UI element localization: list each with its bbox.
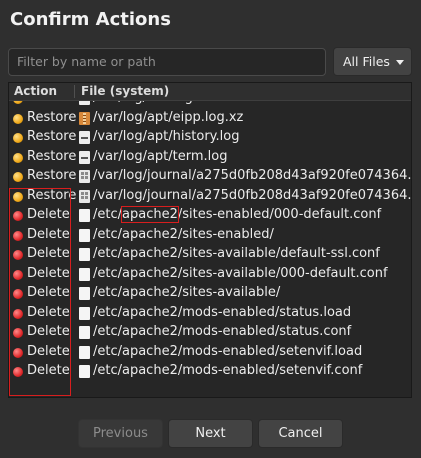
file-icon [79, 365, 90, 378]
row-file-path: /etc/apache2/mods-enabled/status.conf [93, 324, 352, 339]
log-file-icon [79, 150, 90, 164]
delete-status-icon [13, 308, 23, 319]
row-action-label: Restore [27, 148, 77, 164]
next-button[interactable]: Next [168, 419, 253, 448]
delete-status-icon [13, 269, 23, 280]
table-row[interactable]: Delete/etc/apache2/mods-enabled/setenvif… [9, 362, 411, 382]
row-file-path: /etc/apache2/sites-available/ [93, 285, 281, 300]
row-file-path: /etc/apache2/mods-enabled/status.load [93, 304, 352, 320]
row-action-label: Restore [27, 109, 77, 125]
row-file-path: /etc/apache2/mods-enabled/setenvif.load [93, 343, 363, 359]
row-file-path: /var/log/journal/a275d0fb208d43af920fe07… [93, 187, 412, 203]
scrollbar[interactable] [407, 101, 410, 393]
column-header-action[interactable]: Action [14, 84, 57, 98]
row-action-label: Delete [27, 226, 70, 242]
row-file-path: /etc/apache2/sites-available/000-default… [93, 265, 388, 281]
binary-file-icon [79, 170, 90, 183]
row-file-path: /etc/apache2/sites-enabled/000-default.c… [93, 206, 382, 223]
chevron-down-icon [396, 60, 404, 65]
table-row[interactable]: Restore/var/log/apt/eipp.log.xz [9, 109, 411, 129]
path-suffix: /sites-enabled/000-default.conf [177, 207, 382, 222]
row-action-label: Restore [27, 129, 77, 144]
binary-file-icon [79, 189, 90, 203]
row-action-label: Delete [27, 324, 70, 339]
file-icon [79, 248, 90, 261]
table-row[interactable]: Delete/etc/apache2/mods-enabled/setenvif… [9, 343, 411, 363]
scope-dropdown-value: All Files [343, 54, 390, 69]
row-action-label: Delete [27, 363, 70, 378]
previous-button[interactable]: Previous [78, 419, 163, 448]
file-icon [79, 287, 90, 300]
column-separator [74, 85, 75, 98]
restore-status-icon [13, 152, 23, 163]
restore-status-icon [13, 133, 23, 143]
column-header-file[interactable]: File (system) [81, 84, 169, 98]
filter-input[interactable]: Filter by name or path [8, 48, 326, 76]
file-icon [79, 306, 90, 320]
row-file-path: /var/log/apt/term.log [93, 148, 228, 164]
archive-file-icon [79, 111, 90, 125]
row-file-path: /var/log/apt/eipp.log.xz [93, 109, 244, 125]
file-icon [79, 228, 90, 242]
row-file-path: /etc/apache2/mods-enabled/setenvif.conf [93, 363, 363, 378]
table-header: Action File (system) [9, 83, 411, 101]
row-file-path: /var/log/journal/a275d0fb208d43af920fe07… [93, 168, 412, 183]
table-row[interactable]: Restore/var/log/apt/term.log [9, 148, 411, 168]
delete-status-icon [13, 328, 23, 338]
file-icon [79, 267, 90, 281]
file-icon [79, 345, 90, 359]
file-icon [79, 326, 90, 339]
table-row[interactable]: Delete/etc/apache2/mods-enabled/status.l… [9, 304, 411, 324]
restore-status-icon [13, 113, 23, 124]
restore-status-icon [13, 191, 23, 202]
delete-status-icon [13, 211, 23, 221]
table-row[interactable]: Delete/etc/apache2/sites-available/defau… [9, 245, 411, 265]
row-action-label: Restore [27, 168, 77, 183]
table-row[interactable]: Delete/etc/apache2/sites-enabled/000-def… [9, 206, 411, 226]
row-action-label: Delete [27, 246, 70, 261]
table-row[interactable]: Delete/etc/apache2/sites-available/ [9, 284, 411, 304]
table-row[interactable]: Delete/etc/apache2/sites-available/000-d… [9, 265, 411, 285]
row-action-label: Delete [27, 265, 70, 281]
delete-status-icon [13, 347, 23, 358]
delete-status-icon [13, 367, 23, 377]
log-file-icon [79, 131, 90, 144]
restore-status-icon [13, 172, 23, 182]
delete-status-icon [13, 289, 23, 299]
row-action-label: Delete [27, 304, 70, 320]
path-highlight: apache2 [121, 206, 179, 223]
file-icon [79, 209, 90, 222]
table-row[interactable]: Delete/etc/apache2/mods-enabled/status.c… [9, 323, 411, 343]
row-action-label: Delete [27, 285, 70, 300]
table-row[interactable]: Restore/var/log/journal/a275d0fb208d43af… [9, 167, 411, 187]
row-action-label: Delete [27, 207, 70, 222]
row-file-path: /etc/apache2/sites-available/default-ssl… [93, 246, 380, 261]
row-file-path: /var/log/apt/history.log [93, 129, 240, 144]
path-prefix: /etc/ [93, 207, 123, 222]
actions-table: Restore/var/log/ufw.logRestore/var/log/a… [8, 82, 412, 398]
table-row[interactable]: Restore/var/log/apt/history.log [9, 128, 411, 148]
row-action-label: Delete [27, 343, 70, 359]
row-file-path: /etc/apache2/sites-enabled/ [93, 226, 274, 242]
delete-status-icon [13, 230, 23, 241]
table-row[interactable]: Delete/etc/apache2/sites-enabled/ [9, 226, 411, 246]
table-row[interactable]: Restore/var/log/journal/a275d0fb208d43af… [9, 187, 411, 207]
cancel-button[interactable]: Cancel [258, 419, 343, 448]
row-action-label: Restore [27, 187, 77, 203]
scope-dropdown[interactable]: All Files [333, 47, 412, 76]
delete-status-icon [13, 250, 23, 260]
dialog-title: Confirm Actions [10, 9, 171, 30]
